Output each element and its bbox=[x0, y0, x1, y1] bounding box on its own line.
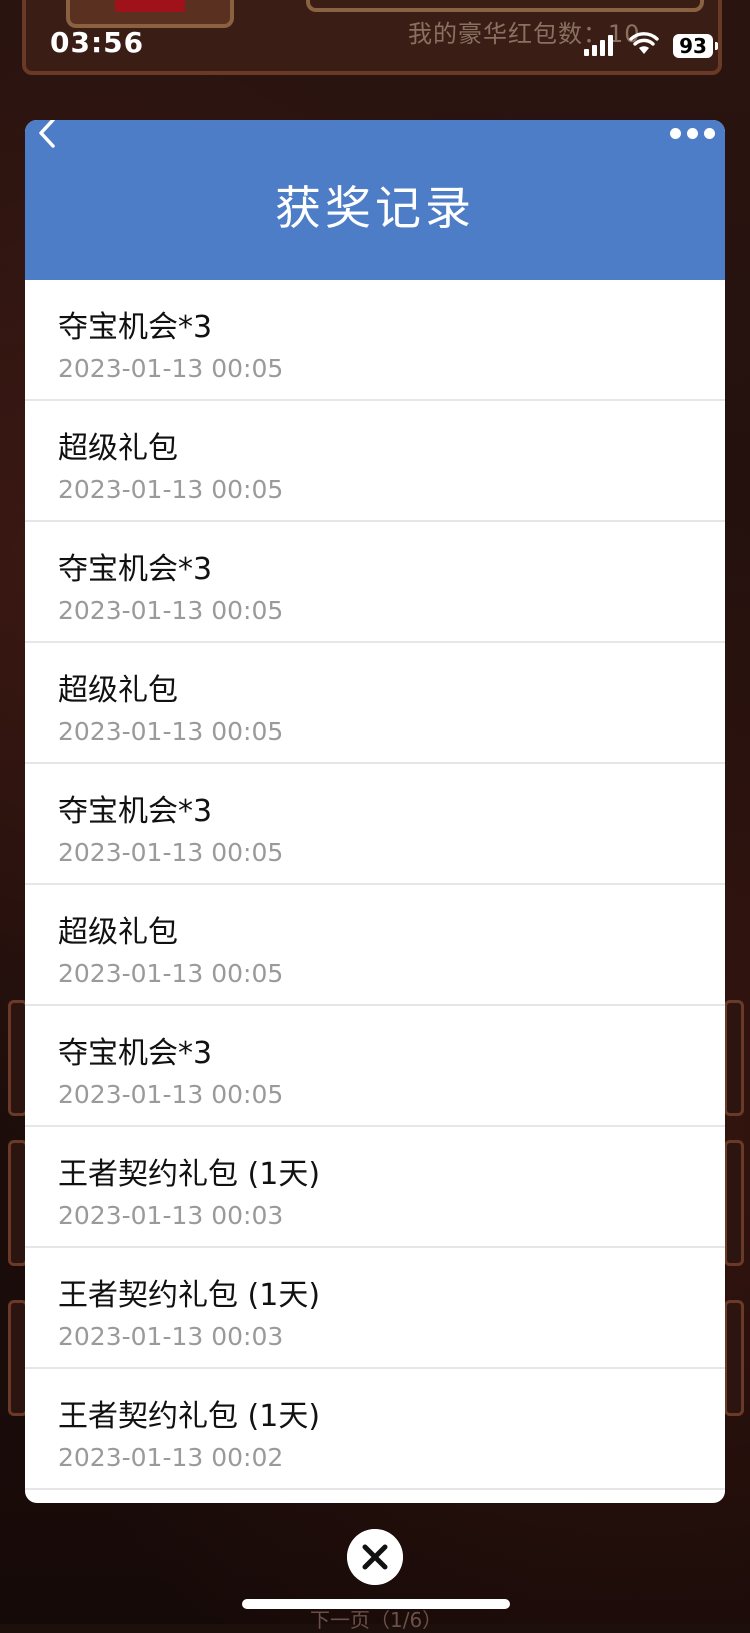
record-prize: 王者契约礼包 (1天) bbox=[58, 1157, 321, 1192]
right-side-decoration bbox=[724, 1140, 744, 1266]
prize-record-list[interactable]: 夺宝机会*3 2023-01-13 00:05 超级礼包 2023-01-13 … bbox=[25, 280, 725, 1490]
panel-header: 获奖记录 bbox=[25, 120, 725, 280]
record-row: 王者契约礼包 (1天) 2023-01-13 00:02 bbox=[25, 1369, 725, 1490]
status-bar: 03:56 93 bbox=[0, 0, 750, 90]
wifi-icon bbox=[629, 32, 659, 54]
record-prize: 王者契约礼包 (1天) bbox=[58, 1278, 321, 1313]
record-row: 超级礼包 2023-01-13 00:05 bbox=[25, 643, 725, 764]
record-date: 2023-01-13 00:02 bbox=[58, 1443, 284, 1472]
record-row: 超级礼包 2023-01-13 00:05 bbox=[25, 401, 725, 522]
next-page-link[interactable]: 下一页（1/6） bbox=[310, 1604, 442, 1633]
battery-indicator: 93 bbox=[673, 34, 718, 58]
right-side-decoration bbox=[724, 1300, 744, 1416]
record-date: 2023-01-13 00:03 bbox=[58, 1322, 284, 1351]
record-date: 2023-01-13 00:05 bbox=[58, 354, 284, 383]
record-prize: 王者契约礼包 (1天) bbox=[58, 1399, 321, 1434]
record-date: 2023-01-13 00:05 bbox=[58, 475, 284, 504]
chevron-left-icon[interactable] bbox=[35, 120, 65, 160]
record-prize: 超级礼包 bbox=[58, 915, 178, 950]
record-prize: 夺宝机会*3 bbox=[58, 310, 213, 345]
record-prize: 夺宝机会*3 bbox=[58, 552, 213, 587]
record-row: 超级礼包 2023-01-13 00:05 bbox=[25, 885, 725, 1006]
clock: 03:56 bbox=[50, 26, 145, 59]
prize-record-panel: 获奖记录 夺宝机会*3 2023-01-13 00:05 超级礼包 2023-0… bbox=[25, 120, 725, 1503]
record-row: 夺宝机会*3 2023-01-13 00:05 bbox=[25, 280, 725, 401]
record-prize: 夺宝机会*3 bbox=[58, 794, 213, 829]
record-date: 2023-01-13 00:05 bbox=[58, 596, 284, 625]
record-row: 夺宝机会*3 2023-01-13 00:05 bbox=[25, 764, 725, 885]
record-date: 2023-01-13 00:05 bbox=[58, 838, 284, 867]
page-title: 获奖记录 bbox=[275, 181, 475, 235]
record-date: 2023-01-13 00:05 bbox=[58, 1080, 284, 1109]
record-date: 2023-01-13 00:05 bbox=[58, 717, 284, 746]
record-row: 王者契约礼包 (1天) 2023-01-13 00:03 bbox=[25, 1127, 725, 1248]
signal-icon bbox=[584, 34, 614, 56]
record-date: 2023-01-13 00:03 bbox=[58, 1201, 284, 1230]
record-date: 2023-01-13 00:05 bbox=[58, 959, 284, 988]
record-row: 王者契约礼包 (1天) 2023-01-13 00:03 bbox=[25, 1248, 725, 1369]
record-prize: 超级礼包 bbox=[58, 673, 178, 708]
record-prize: 超级礼包 bbox=[58, 431, 178, 466]
right-side-decoration bbox=[724, 1000, 744, 1116]
record-row: 夺宝机会*3 2023-01-13 00:05 bbox=[25, 522, 725, 643]
more-dots-icon[interactable] bbox=[670, 128, 716, 140]
close-icon[interactable] bbox=[347, 1529, 403, 1585]
record-row: 夺宝机会*3 2023-01-13 00:05 bbox=[25, 1006, 725, 1127]
record-prize: 夺宝机会*3 bbox=[58, 1036, 213, 1071]
